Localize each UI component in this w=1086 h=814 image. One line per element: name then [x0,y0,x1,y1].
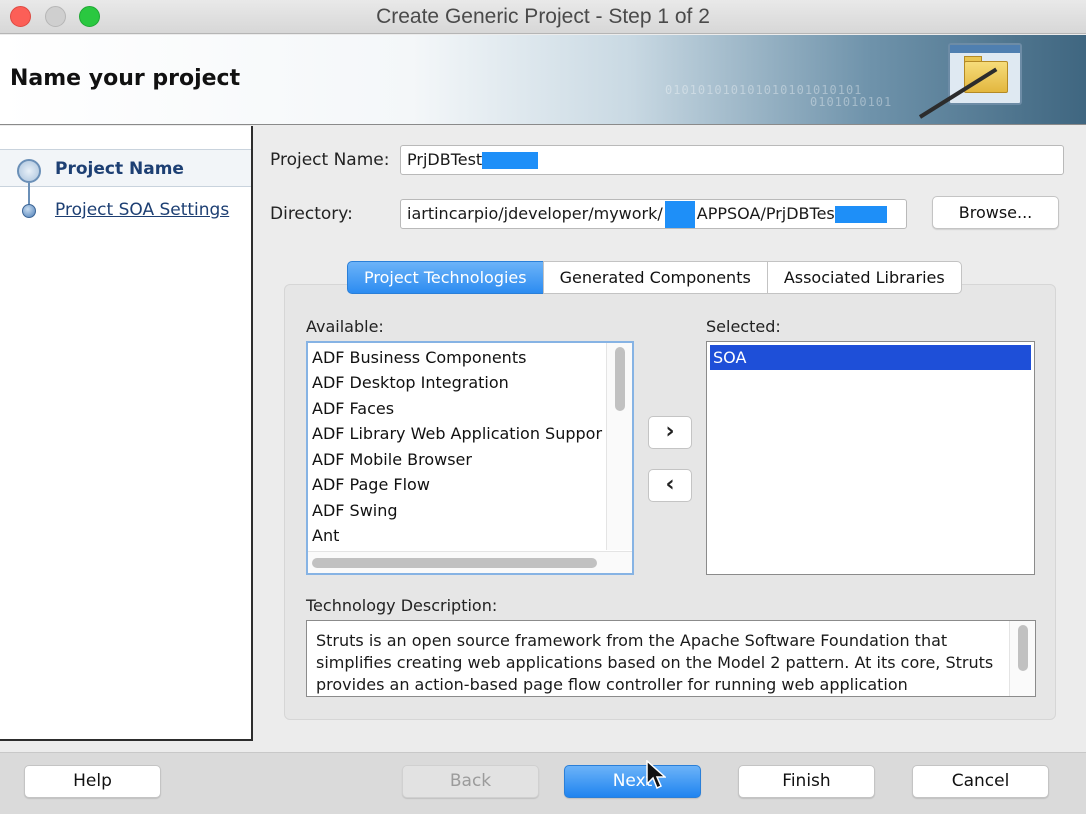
tab-associated-libraries[interactable]: Associated Libraries [766,261,962,294]
selected-label: Selected: [706,317,781,336]
project-name-value: PrjDBTest [407,150,483,169]
step-connector [28,183,30,205]
directory-value-part1: iartincarpio/jdeveloper/mywork/ [407,204,663,223]
nav-item-project-name[interactable]: Project Name [55,159,184,179]
wizard-steps-nav: Project Name Project SOA Settings [0,126,253,741]
finish-button[interactable]: Finish [738,765,875,798]
cancel-button[interactable]: Cancel [912,765,1049,798]
list-item[interactable]: Ant [312,526,339,545]
project-name-label: Project Name: [270,150,390,170]
next-button[interactable]: Next [564,765,701,798]
footer-bar: Help Back Next Finish Cancel [0,752,1086,814]
redaction-block [664,200,695,228]
tab-project-technologies[interactable]: Project Technologies [347,261,544,294]
chevron-right-icon: › [665,419,675,444]
title-bar: Create Generic Project - Step 1 of 2 [0,0,1086,34]
available-vertical-scrollbar[interactable] [606,343,632,550]
add-selected-button[interactable]: › [648,416,692,449]
remove-selected-button[interactable]: ‹ [648,469,692,502]
scroll-thumb[interactable] [1018,625,1028,671]
list-item[interactable]: ADF Mobile Browser [312,450,472,469]
technology-description-label: Technology Description: [306,596,498,615]
project-name-input[interactable]: PrjDBTest [400,145,1064,175]
current-step-icon [17,159,41,183]
list-item[interactable]: ADF Business Components [312,348,526,367]
list-item[interactable]: ADF Faces [312,399,394,418]
directory-input[interactable]: iartincarpio/jdeveloper/mywork/APPSOA/Pr… [400,199,907,229]
list-item-selected[interactable]: SOA [710,345,1031,370]
list-item[interactable]: ADF Desktop Integration [312,373,509,392]
available-label: Available: [306,317,384,336]
scroll-thumb[interactable] [312,558,597,568]
available-list[interactable]: ADF Business Components ADF Desktop Inte… [306,341,634,575]
browse-button[interactable]: Browse... [932,196,1059,229]
technology-description-box: Struts is an open source framework from … [306,620,1036,697]
mouse-cursor-icon [646,760,666,790]
pending-step-icon [22,204,36,218]
list-item[interactable]: ADF Swing [312,501,398,520]
technology-description-text: Struts is an open source framework from … [316,631,994,694]
description-vertical-scrollbar[interactable] [1009,621,1035,696]
list-item[interactable]: ADF Page Flow [312,475,430,494]
help-button[interactable]: Help [24,765,161,798]
list-item[interactable]: ADF Library Web Application Suppor [312,424,602,443]
tab-generated-components[interactable]: Generated Components [542,261,768,294]
scroll-thumb[interactable] [615,347,625,411]
selected-list[interactable]: SOA [706,341,1035,575]
chevron-left-icon: ‹ [665,472,675,497]
window-title: Create Generic Project - Step 1 of 2 [376,5,710,28]
tab-bar: Project Technologies Generated Component… [347,261,962,294]
directory-value-part2: APPSOA/PrjDBTes [696,204,835,223]
directory-label: Directory: [270,204,353,224]
header-banner: Name your project 0101010101010101010101… [0,35,1086,125]
banner-binary-decoration-2: 0101010101 [810,95,893,109]
redaction-block [482,152,539,169]
nav-item-project-soa-settings[interactable]: Project SOA Settings [55,200,229,220]
page-title: Name your project [10,66,241,91]
redaction-block [834,206,887,223]
back-button[interactable]: Back [402,765,539,798]
available-horizontal-scrollbar[interactable] [308,551,632,573]
